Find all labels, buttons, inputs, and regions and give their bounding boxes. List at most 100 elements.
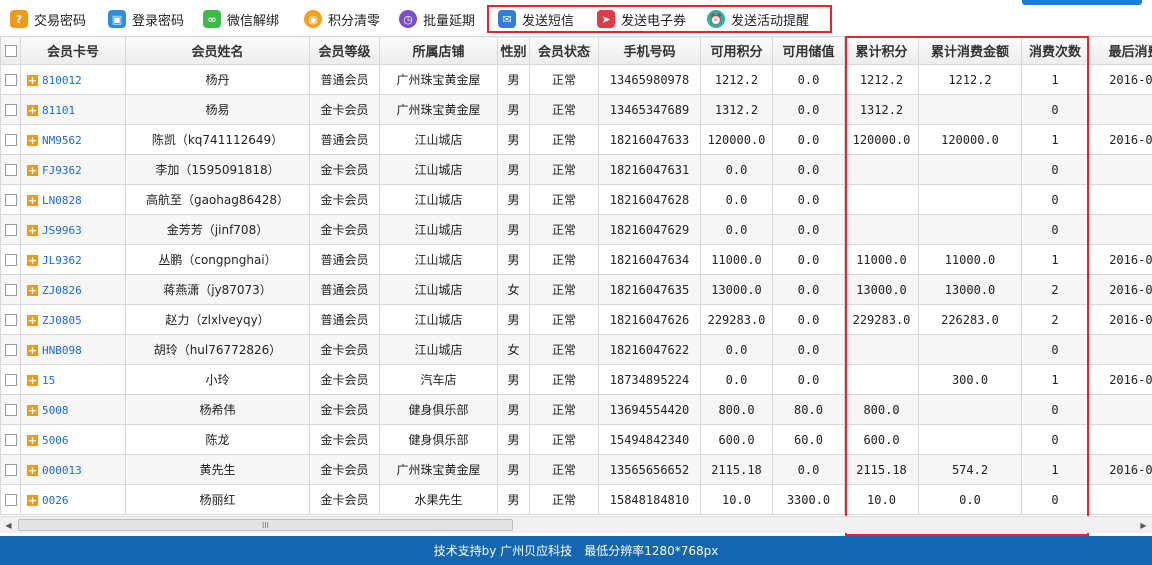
toolbar-button-1[interactable]: ▣ 登录密码 [108,7,184,31]
expand-plus-icon[interactable]: + [27,284,38,296]
row-checkbox[interactable] [4,134,17,146]
table-row[interactable]: + JL9362 丛鹏（congpnghai） 普通会员 江山城店男正常 18216047… [0,244,1152,275]
table-row[interactable]: + ZJ0826 蒋燕潇（jy87073） 普通会员 江山城店女正常 1821604763… [0,274,1152,305]
expand-plus-icon[interactable]: + [27,134,38,146]
row-select-cell [0,94,21,125]
column-header[interactable]: 性别 [497,36,530,65]
expand-plus-icon[interactable]: + [27,104,38,116]
table-cell: 13565656652 [598,454,701,485]
row-checkbox[interactable] [4,434,17,446]
toolbar-button-7[interactable]: ⏰ 发送活动提醒 [707,7,809,31]
table-cell: 水果先生 [379,484,498,515]
card-number-link[interactable]: 81101 [42,104,75,117]
row-checkbox[interactable] [4,164,17,176]
column-header[interactable]: 会员等级 [309,36,380,65]
column-header[interactable]: 消费次数 [1021,36,1089,65]
expand-plus-icon[interactable]: + [27,224,38,236]
table-row[interactable]: +0026 杨丽红 金卡会员 水果先生男正常 15848184810 10.0 3300.0… [0,484,1152,515]
column-header[interactable]: 手机号码 [598,36,701,65]
card-number-link[interactable]: HNB098 [42,344,82,357]
table-cell: 18216047622 [598,334,701,365]
toolbar-button-4[interactable]: ◷ 批量延期 [399,7,475,31]
card-number-link[interactable]: NM9562 [42,134,82,147]
toolbar-button-3[interactable]: ◉ 积分清零 [304,7,380,31]
table-row[interactable]: +5008 杨希伟 金卡会员 健身俱乐部男正常 13694554420 800.0 80.0… [0,394,1152,425]
expand-plus-icon[interactable]: + [27,314,38,326]
expand-plus-icon[interactable]: + [27,434,38,446]
row-checkbox[interactable] [4,344,17,356]
table-row[interactable]: +5006 陈龙 金卡会员 健身俱乐部男正常 15494842340 600.0 60.0 6… [0,424,1152,455]
row-checkbox[interactable] [4,194,17,206]
row-checkbox[interactable] [4,254,17,266]
table-row[interactable]: +81101 杨易 金卡会员 广州珠宝黄金屋男正常 13465347689 1312.2 0… [0,94,1152,125]
horizontal-scrollbar[interactable]: ◀ III ▶ [0,516,1152,533]
scroll-thumb[interactable]: III [18,519,513,531]
table-cell: 金卡会员 [309,484,380,515]
scroll-right-arrow-icon[interactable]: ▶ [1135,517,1152,533]
select-all-checkbox[interactable] [4,44,17,57]
card-number-link[interactable]: LN0828 [42,194,82,207]
column-header[interactable]: 最后消费 [1088,36,1152,65]
card-number-link[interactable]: ZJ0826 [42,284,82,297]
row-select-cell [0,334,21,365]
expand-plus-icon[interactable]: + [27,404,38,416]
toolbar-button-2[interactable]: ∞ 微信解绑 [203,7,279,31]
column-header[interactable]: 累计消费金额 [918,36,1022,65]
column-header[interactable]: 累计积分 [844,36,919,65]
table-row[interactable]: +15 小玲 金卡会员 汽车店男正常 18734895224 0.0 0.0 300.0 1 20… [0,364,1152,395]
card-number-link[interactable]: ZJ0805 [42,314,82,327]
row-checkbox[interactable] [4,494,17,506]
expand-plus-icon[interactable]: + [27,494,38,506]
card-number-link[interactable]: 15 [42,374,55,387]
card-number-link[interactable]: 0026 [42,494,69,507]
table-cell: 13000.0 [918,274,1022,305]
row-checkbox[interactable] [4,374,17,386]
column-header[interactable]: 会员姓名 [125,36,310,65]
toolbar-button-6[interactable]: ➤ 发送电子券 [597,7,686,31]
card-number-link[interactable]: JS9963 [42,224,82,237]
card-number-link[interactable]: 810012 [42,74,82,87]
table-cell: 杨丹 [125,64,310,95]
card-number-link[interactable]: 5006 [42,434,69,447]
expand-plus-icon[interactable]: + [27,344,38,356]
row-checkbox[interactable] [4,104,17,116]
expand-plus-icon[interactable]: + [27,464,38,476]
row-checkbox[interactable] [4,464,17,476]
table-cell: 2115.18 [700,454,773,485]
expand-plus-icon[interactable]: + [27,74,38,86]
row-checkbox[interactable] [4,74,17,86]
row-checkbox[interactable] [4,314,17,326]
table-cell: 金卡会员 [309,154,380,185]
row-checkbox[interactable] [4,224,17,236]
table-row[interactable]: + HNB098 胡玲（hul76772826） 金卡会员 江山城店女正常 1821604… [0,334,1152,365]
table-row[interactable]: + JS9963 金芳芳（jinf708） 金卡会员 江山城店男正常 1821604762… [0,214,1152,245]
table-row[interactable]: +810012 杨丹 普通会员 广州珠宝黄金屋男正常 13465980978 1212.2… [0,64,1152,95]
table-row[interactable]: + ZJ0805 赵力（zlxlveyqy） 普通会员 江山城店男正常 182160476… [0,304,1152,335]
expand-plus-icon[interactable]: + [27,254,38,266]
toolbar-button-5[interactable]: ✉ 发送短信 [498,7,574,31]
scroll-left-arrow-icon[interactable]: ◀ [0,517,17,533]
table-cell: 金卡会员 [309,334,380,365]
column-header[interactable]: 所属店铺 [379,36,498,65]
column-header[interactable]: 可用积分 [700,36,773,65]
expand-plus-icon[interactable]: + [27,374,38,386]
clock-icon: ◷ [399,10,417,28]
row-checkbox[interactable] [4,284,17,296]
expand-plus-icon[interactable]: + [27,164,38,176]
row-checkbox[interactable] [4,404,17,416]
table-row[interactable]: + NM9562 陈凯（kq741112649） 普通会员 江山城店男正常 1821604… [0,124,1152,155]
column-header[interactable]: 可用储值 [772,36,845,65]
table-row[interactable]: + LN0828 高航至（gaohag86428） 金卡会员 江山城店男正常 182160… [0,184,1152,215]
card-number-link[interactable]: JL9362 [42,254,82,267]
expand-plus-icon[interactable]: + [27,194,38,206]
column-header[interactable]: 会员卡号 [20,36,126,65]
card-number-link[interactable]: 000013 [42,464,82,477]
table-cell: 10.0 [844,484,919,515]
toolbar-button-0[interactable]: ? 交易密码 [10,7,86,31]
column-header[interactable]: 会员状态 [529,36,599,65]
table-row[interactable]: + FJ9362 李加（1595091818） 金卡会员 江山城店男正常 18216047… [0,154,1152,185]
card-number-link[interactable]: FJ9362 [42,164,82,177]
card-number-link[interactable]: 5008 [42,404,69,417]
table-row[interactable]: +000013 黄先生 金卡会员 广州珠宝黄金屋男正常 13565656652 2115.… [0,454,1152,485]
table-cell: 2115.18 [844,454,919,485]
